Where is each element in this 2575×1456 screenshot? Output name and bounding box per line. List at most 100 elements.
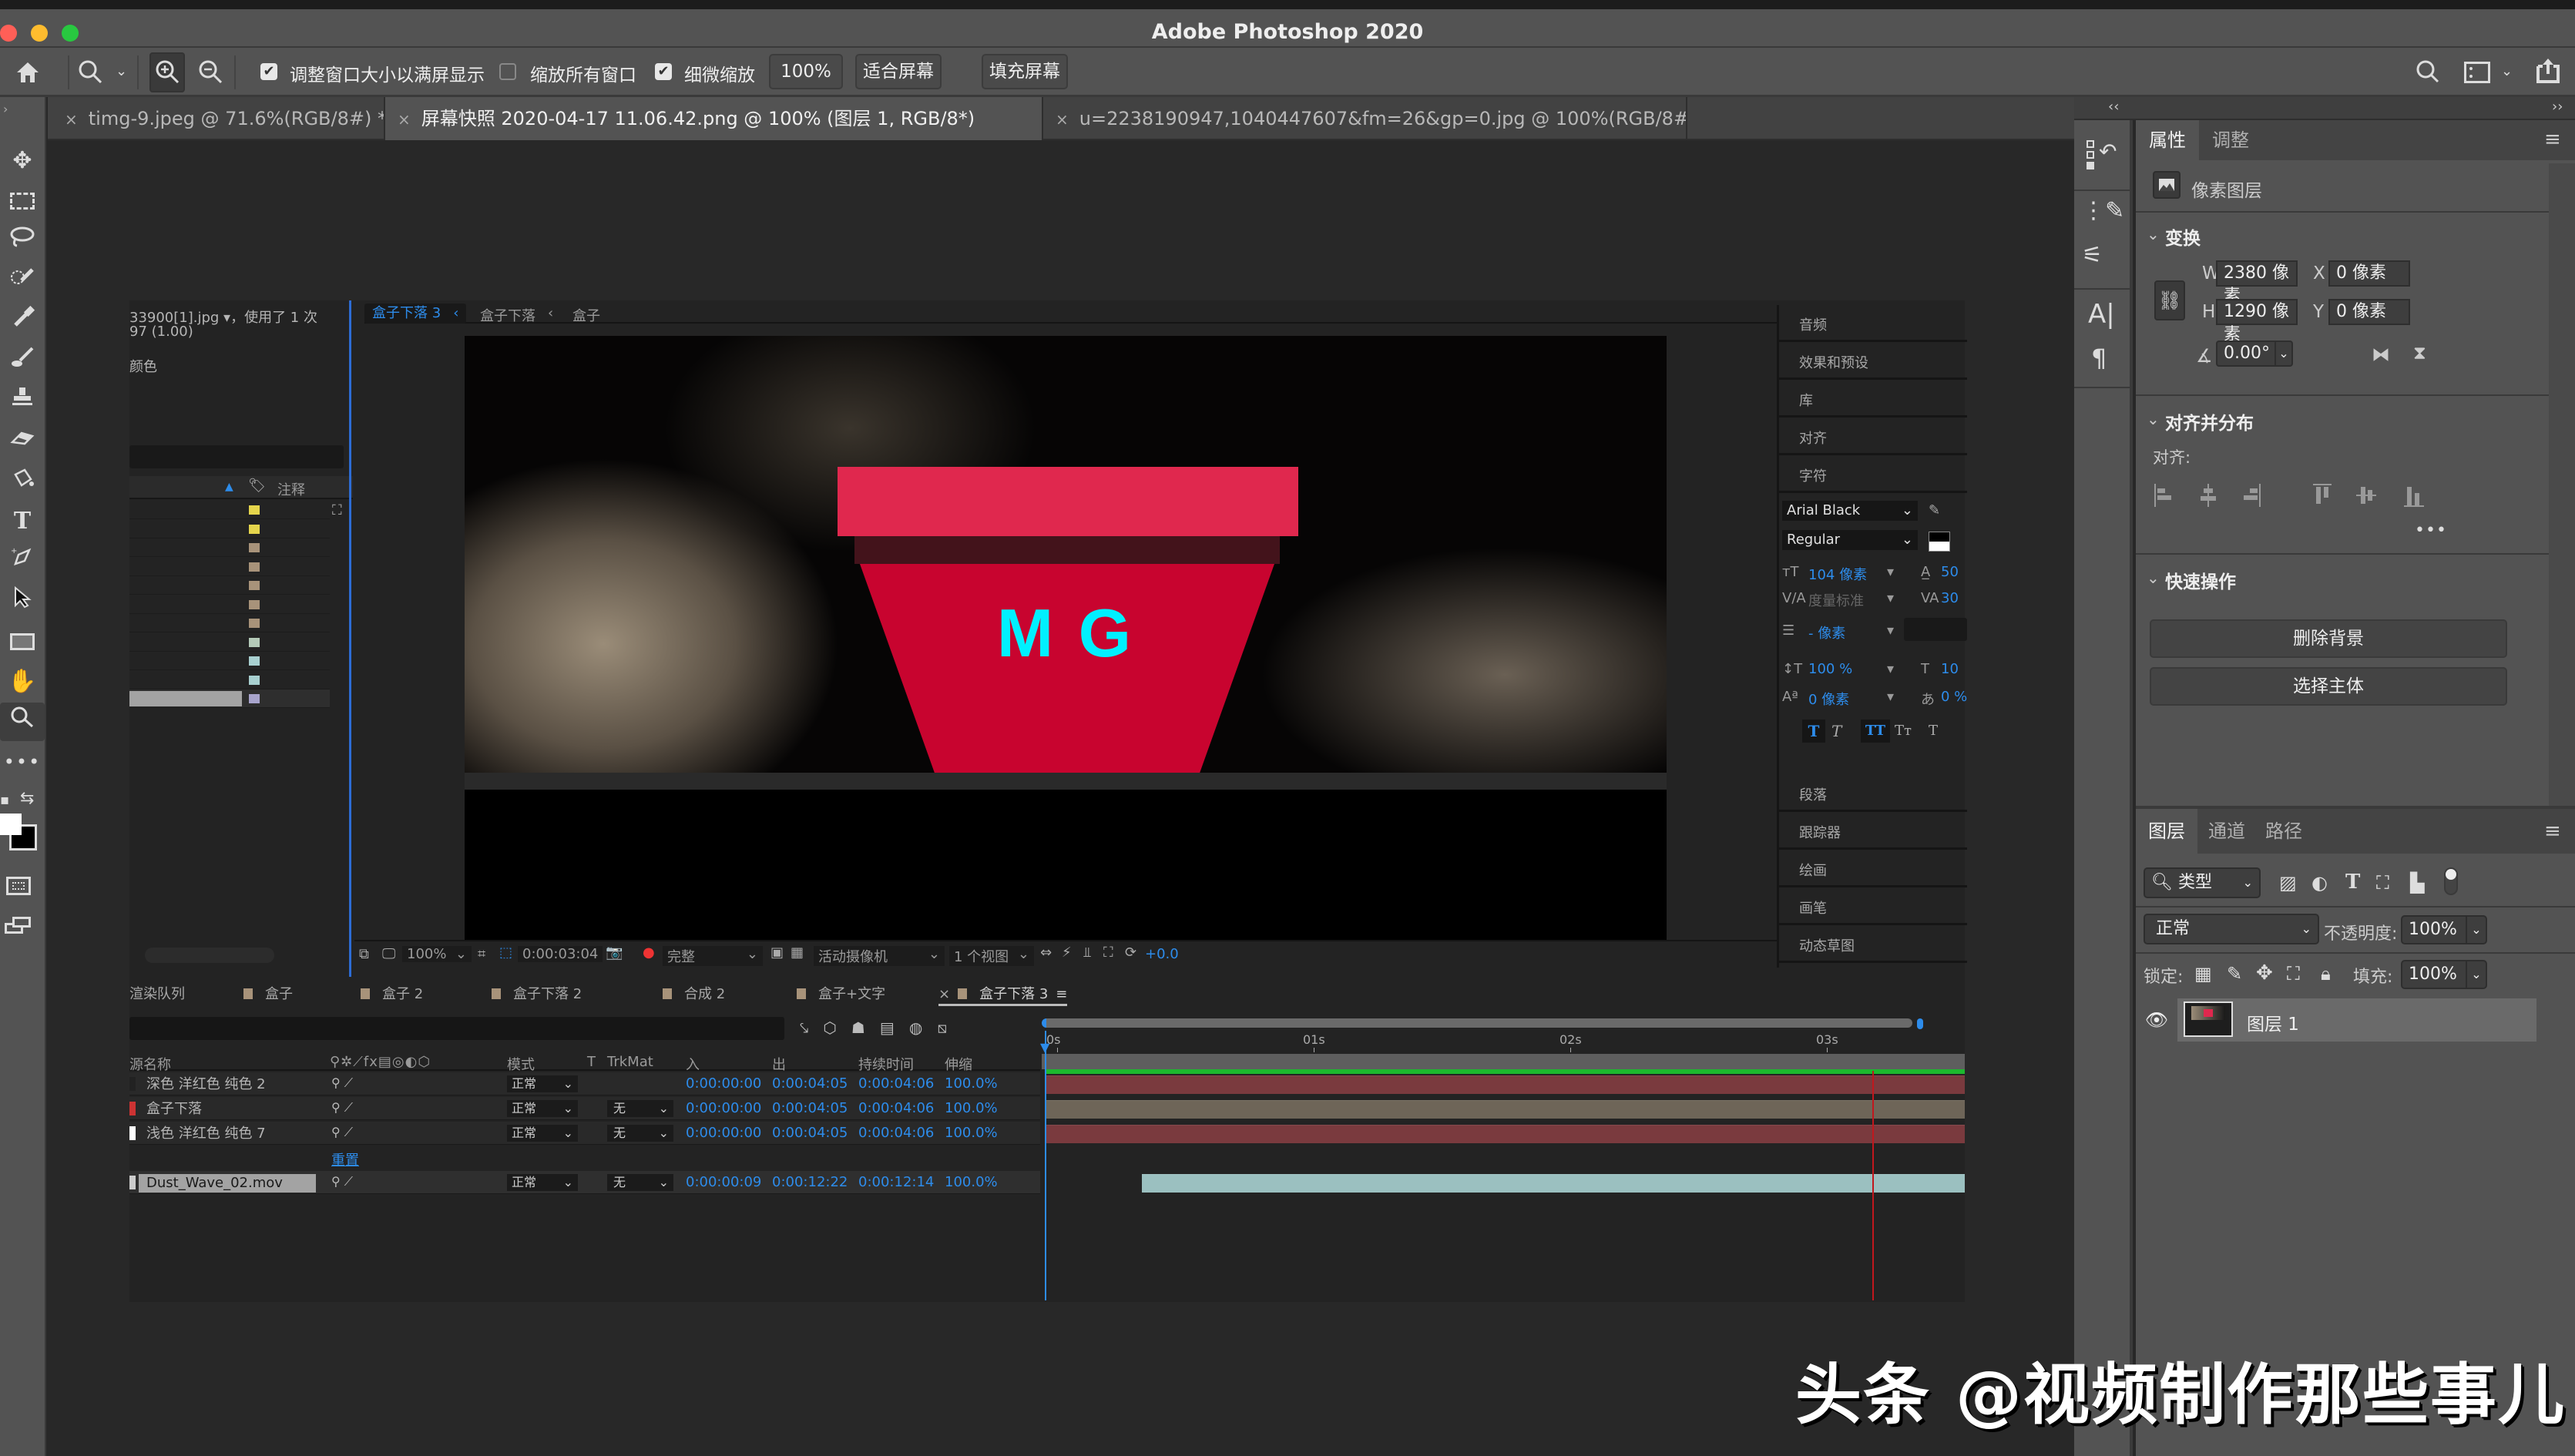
ae-layer-mode[interactable]: 正常 ⌄ (507, 1075, 578, 1092)
ae-project-item[interactable] (129, 501, 330, 519)
quick-selection-tool-icon[interactable] (0, 262, 45, 300)
label-color-swatch[interactable] (249, 524, 260, 534)
ae-horizontal-scale[interactable]: 10 (1941, 661, 1959, 677)
paragraph-panel-icon[interactable]: ¶ (2091, 344, 2107, 373)
transform-section-title[interactable]: 变换 (2165, 223, 2201, 250)
x-field[interactable]: 0 像素 (2328, 260, 2410, 287)
ae-timeline-tab[interactable]: 渲染队列 (129, 983, 185, 1006)
eyedropper-icon[interactable]: ✎ (1929, 502, 1940, 518)
monitor-icon[interactable]: 🖵 (382, 946, 395, 962)
ae-layer-duration[interactable]: 0:00:04:06 (858, 1100, 934, 1116)
ae-project-search[interactable] (129, 445, 344, 468)
ae-layer-out[interactable]: 0:00:04:05 (772, 1125, 848, 1141)
align-right-edges-icon[interactable] (2242, 484, 2261, 507)
link-dimensions-icon[interactable]: ⛓ (2154, 280, 2185, 320)
filter-shape-icon[interactable]: ⛶ (2376, 872, 2389, 894)
ae-project-scrollbar[interactable] (145, 948, 274, 963)
align-section-title[interactable]: 对齐并分布 (2165, 408, 2254, 434)
workspace-icon[interactable] (2464, 62, 2490, 83)
collapse-panels-icon[interactable]: ‹‹ (2108, 99, 2119, 115)
foreground-color-swatch[interactable] (0, 814, 22, 835)
tab-properties[interactable]: 属性 (2136, 120, 2199, 160)
lock-position-icon[interactable]: ✥ (2256, 961, 2273, 985)
ae-layer-name[interactable]: 浅色 洋红色 纯色 7 (139, 1125, 316, 1143)
ae-layer-duration[interactable]: 0:00:12:14 (858, 1174, 934, 1190)
ae-stroke-type[interactable] (1904, 618, 1967, 641)
chevron-down-icon[interactable]: ⌄ (2147, 569, 2160, 587)
zoom-value-field[interactable]: 100% (769, 54, 843, 89)
layer-row[interactable]: 👁︎ 图层 1 (2136, 998, 2536, 1042)
ae-layer-bar[interactable] (1045, 1075, 1965, 1094)
fast-previews-icon[interactable]: ⚡ (1062, 944, 1072, 961)
rectangle-tool-icon[interactable] (0, 622, 45, 661)
ae-font-family[interactable]: Arial Black ⌄ (1782, 501, 1918, 521)
ae-layer-duration[interactable]: 0:00:04:06 (858, 1125, 934, 1141)
type-tool-icon[interactable]: T (0, 502, 45, 541)
ae-layer-in[interactable]: 0:00:00:09 (686, 1174, 761, 1190)
close-tab-icon[interactable]: × (65, 110, 78, 129)
align-bottom-edges-icon[interactable] (2404, 484, 2424, 507)
frame-blending-icon[interactable]: ▤ (880, 1018, 895, 1037)
ae-timeline-tab[interactable]: 盒子 2 (361, 983, 423, 1006)
ae-tracking[interactable]: 30 (1941, 590, 1959, 606)
align-horizontal-centers-icon[interactable] (2199, 484, 2217, 507)
zoom-tool-icon[interactable] (0, 703, 45, 741)
move-tool-icon[interactable]: ✥ (0, 142, 45, 180)
ae-panel-4[interactable]: 字符 (1779, 456, 1967, 493)
transparency-grid-icon[interactable]: ▦ (791, 944, 804, 961)
ae-project-item[interactable] (129, 652, 330, 670)
ae-panel-2[interactable]: 库 (1779, 381, 1967, 418)
label-color-swatch[interactable] (249, 656, 260, 666)
zoom-tool-preset-icon[interactable] (77, 59, 105, 89)
label-color-swatch[interactable] (249, 581, 260, 590)
marquee-tool-icon[interactable] (0, 182, 45, 220)
ae-layer-trkmat[interactable]: 无 ⌄ (607, 1174, 673, 1191)
ae-timeline-tab[interactable]: × 盒子下落 3 ≡ (938, 983, 1068, 1006)
label-color-swatch[interactable] (249, 637, 260, 647)
brush-presets-panel-icon[interactable]: ⚟ (2082, 242, 2103, 269)
angle-field[interactable]: 0.00° ⌄ (2216, 341, 2293, 367)
flowchart-icon[interactable]: ⛶ (1103, 944, 1113, 961)
toggle-pixel-aspect-icon[interactable]: ⇔ (1040, 944, 1052, 961)
hand-tool-icon[interactable]: ✋ (0, 663, 45, 701)
visibility-eye-icon[interactable]: 👁︎ (2136, 998, 2177, 1042)
ae-breadcrumb-item[interactable]: 盒子 (572, 305, 600, 325)
label-color-swatch[interactable] (249, 619, 260, 628)
always-preview-icon[interactable]: ⧉ (359, 946, 369, 962)
align-vertical-centers-icon[interactable] (2356, 484, 2376, 507)
ae-panel-7[interactable]: 绘画 (1779, 850, 1967, 887)
ae-project-item[interactable] (129, 538, 330, 557)
share-icon[interactable] (2535, 57, 2561, 86)
opacity-field[interactable]: 100% ⌄ (2401, 915, 2487, 944)
time-navigator-end-handle[interactable] (1917, 1018, 1923, 1029)
brush-tool-icon[interactable] (0, 342, 45, 381)
ae-layer-mode[interactable]: 正常 ⌄ (507, 1174, 578, 1191)
search-icon[interactable] (2415, 59, 2441, 88)
home-icon[interactable] (15, 60, 40, 89)
grid-icon[interactable]: ⌗ (478, 946, 485, 962)
ae-timeline-tab[interactable]: 盒子下落 2 (492, 983, 582, 1006)
ae-layer-trkmat[interactable]: 无 ⌄ (607, 1125, 673, 1142)
ae-layer-mode[interactable]: 正常 ⌄ (507, 1100, 578, 1117)
ae-panel-3[interactable]: 对齐 (1779, 418, 1967, 455)
flip-horizontal-icon[interactable]: ⧓ (2372, 344, 2390, 365)
tab-adjustments[interactable]: 调整 (2199, 120, 2262, 160)
ae-project-item[interactable] (129, 671, 330, 689)
ae-views[interactable]: 1 个视图 ⌄ (949, 946, 1034, 966)
zoom-all-windows-checkbox[interactable] (499, 63, 516, 80)
chevron-down-icon[interactable]: ⌄ (2501, 63, 2513, 79)
filter-adjustment-icon[interactable]: ◐ (2311, 872, 2328, 894)
close-tab-icon[interactable]: × (938, 986, 950, 1002)
fit-screen-button[interactable]: 适合屏幕 (855, 54, 942, 89)
scrubby-zoom-checkbox[interactable]: ✔ (655, 63, 672, 80)
ae-vertical-scale[interactable]: 100 % (1808, 661, 1852, 677)
select-subject-button[interactable]: 选择主体 (2150, 667, 2507, 706)
history-panel-icon[interactable]: ↶ (2080, 133, 2120, 180)
height-field[interactable]: 1290 像素 (2216, 299, 2298, 344)
layer-name[interactable]: 图层 1 (2247, 1009, 2299, 1035)
motion-blur-icon[interactable]: ◍ (909, 1018, 922, 1037)
more-tools-icon[interactable]: ••• (0, 743, 45, 781)
ae-layer-in[interactable]: 0:00:00:00 (686, 1075, 761, 1092)
ae-leading[interactable]: 50 (1941, 564, 1959, 580)
ae-panel-9[interactable]: 动态草图 (1779, 926, 1967, 963)
